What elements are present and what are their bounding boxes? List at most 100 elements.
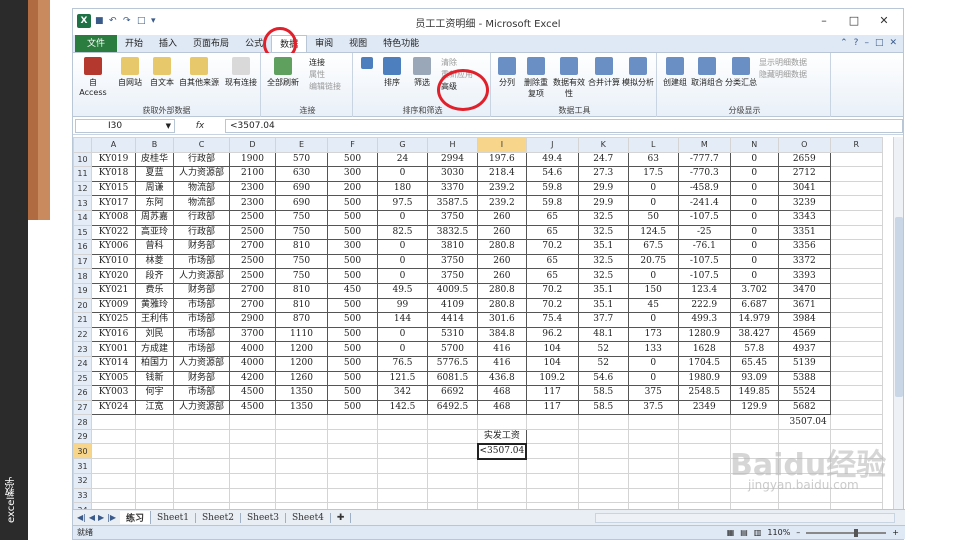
cell[interactable]: 3750 [427, 268, 478, 284]
cell[interactable]: 45 [627, 297, 679, 314]
zoom-slider[interactable] [806, 528, 887, 537]
column-header[interactable]: B [135, 137, 174, 153]
cell[interactable]: KY025 [91, 312, 136, 328]
row-header[interactable]: 33 [73, 487, 92, 504]
cell[interactable]: 3984 [777, 312, 831, 328]
cell[interactable]: 5524 [777, 385, 831, 401]
cell[interactable]: 65.45 [729, 355, 779, 372]
cell[interactable]: 468 [477, 399, 527, 416]
row-header[interactable]: 28 [73, 414, 92, 430]
cell[interactable]: 500 [327, 297, 378, 314]
cell[interactable]: 周苏嘉 [135, 209, 174, 226]
cell[interactable]: -25 [677, 224, 731, 241]
cell[interactable]: 375 [627, 385, 679, 401]
cell[interactable]: 4500 [229, 399, 276, 416]
column-header[interactable]: G [377, 137, 428, 153]
cell[interactable]: 810 [275, 282, 328, 299]
cell[interactable] [829, 209, 883, 226]
cell[interactable] [525, 428, 579, 445]
cell[interactable]: 1628 [677, 341, 731, 357]
cell[interactable]: 1350 [275, 385, 328, 401]
cell[interactable]: 173 [627, 326, 679, 343]
cell[interactable] [173, 487, 230, 504]
page-layout-view-icon[interactable]: ▤ [740, 528, 748, 537]
cell[interactable]: 142.5 [377, 399, 428, 416]
cell[interactable]: 52 [577, 355, 629, 372]
cell[interactable]: 3393 [777, 268, 831, 284]
cell[interactable]: 3239 [777, 195, 831, 211]
cell[interactable] [577, 487, 629, 504]
cell[interactable] [477, 487, 527, 504]
cell[interactable]: 70.2 [525, 297, 579, 314]
existing-connections-button[interactable]: 现有连接 [223, 57, 259, 88]
cell[interactable]: 柏国力 [135, 355, 174, 372]
cell[interactable]: 4000 [229, 355, 276, 372]
cell[interactable]: KY009 [91, 297, 136, 314]
cell[interactable] [377, 414, 428, 430]
cell[interactable]: 4200 [229, 370, 276, 387]
cell[interactable]: 54.6 [525, 166, 579, 182]
cell[interactable] [829, 239, 883, 255]
consolidate-button[interactable]: 合并计算 [587, 57, 621, 88]
cell[interactable]: -107.5 [677, 209, 731, 226]
cell[interactable]: 段齐 [135, 268, 174, 284]
cell[interactable] [829, 414, 883, 430]
sheet-tab-sheet2[interactable]: Sheet2 [196, 512, 241, 523]
cell[interactable]: 0 [377, 341, 428, 357]
cell[interactable]: KY005 [91, 370, 136, 387]
cell[interactable]: 690 [275, 195, 328, 211]
from-text-button[interactable]: 自文本 [147, 57, 177, 88]
cell[interactable]: 3041 [777, 180, 831, 197]
formula-input[interactable]: <3507.04 [225, 118, 903, 133]
cell[interactable] [525, 473, 579, 489]
cell[interactable] [135, 414, 174, 430]
cell[interactable]: 32.5 [577, 224, 629, 241]
cell[interactable]: 财务部 [173, 239, 230, 255]
cell[interactable]: 3671 [777, 297, 831, 314]
minimize-button[interactable]: – [809, 11, 839, 31]
cell[interactable]: 0 [729, 239, 779, 255]
active-cell[interactable]: <3507.04 [476, 442, 528, 460]
cell[interactable]: 2500 [229, 268, 276, 284]
cell[interactable]: 0 [377, 268, 428, 284]
cell[interactable]: 500 [327, 268, 378, 284]
cell[interactable]: 54.6 [577, 370, 629, 387]
cell[interactable] [577, 414, 629, 430]
sheet-tab-sheet3[interactable]: Sheet3 [241, 512, 286, 523]
cell[interactable]: 0 [729, 253, 779, 270]
cell[interactable]: 4500 [229, 385, 276, 401]
column-header[interactable]: M [677, 137, 731, 153]
cell[interactable]: KY003 [91, 385, 136, 401]
cell[interactable]: 197.6 [477, 151, 527, 168]
cell[interactable]: 35.1 [577, 282, 629, 299]
cell[interactable]: 王利伟 [135, 312, 174, 328]
cell[interactable]: 65 [525, 253, 579, 270]
chevron-down-icon[interactable]: ▼ [166, 120, 171, 132]
cell[interactable]: 14.979 [729, 312, 779, 328]
tab-review[interactable]: 审阅 [307, 35, 341, 52]
cell[interactable]: 63 [627, 151, 679, 168]
cell[interactable]: 27.3 [577, 166, 629, 182]
cell[interactable]: 6.687 [729, 297, 779, 314]
next-sheet-icon[interactable]: ▶ [98, 513, 104, 522]
cell[interactable]: 0 [729, 268, 779, 284]
cell[interactable]: 2500 [229, 253, 276, 270]
from-other-sources-button[interactable]: 自其他来源 [177, 57, 221, 88]
cell[interactable]: 67.5 [627, 239, 679, 255]
tab-insert[interactable]: 插入 [151, 35, 185, 52]
cell[interactable]: 6692 [427, 385, 478, 401]
cell[interactable]: 200 [327, 180, 378, 197]
column-header[interactable]: A [91, 137, 136, 153]
connections-button[interactable]: 连接 [309, 57, 325, 68]
cell[interactable] [627, 428, 679, 445]
cell[interactable]: 1260 [275, 370, 328, 387]
cell[interactable] [173, 443, 230, 460]
cell[interactable] [135, 458, 174, 475]
cell[interactable] [829, 355, 883, 372]
scroll-thumb[interactable] [895, 217, 903, 397]
cell[interactable]: 436.8 [477, 370, 527, 387]
row-header[interactable]: 26 [73, 385, 92, 401]
row-header[interactable]: 12 [73, 180, 92, 197]
properties-button[interactable]: 属性 [309, 69, 325, 80]
cell[interactable]: 2500 [229, 224, 276, 241]
